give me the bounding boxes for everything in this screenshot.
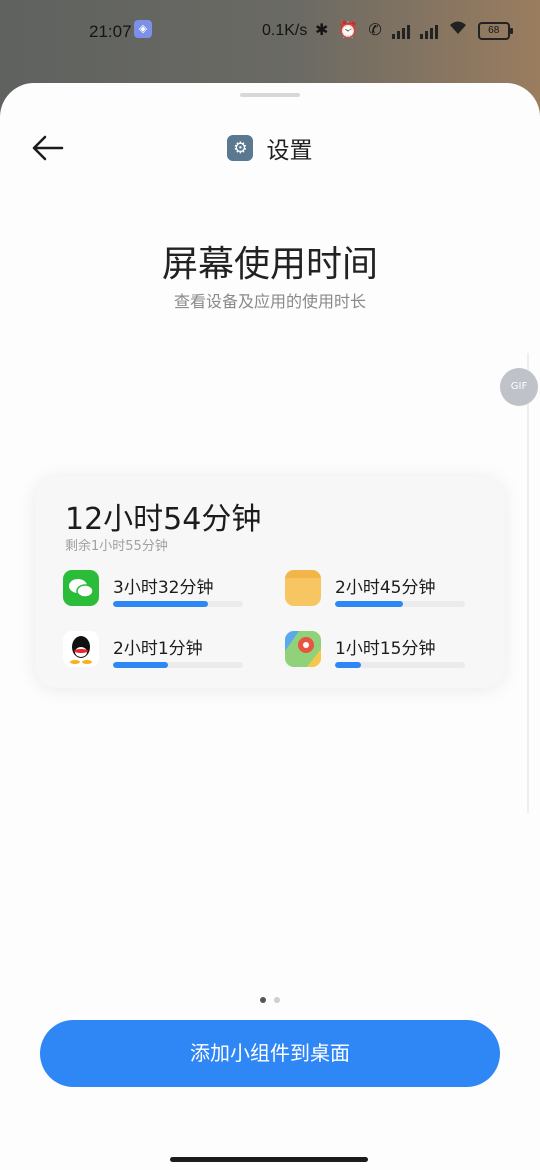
scroll-track bbox=[527, 353, 529, 813]
signal-icon bbox=[419, 23, 438, 39]
feature-subtitle: 查看设备及应用的使用时长 bbox=[173, 292, 366, 311]
feature-title: 屏幕使用时间 bbox=[161, 244, 378, 285]
page-dot[interactable] bbox=[274, 997, 280, 1003]
app-duration: 3小时32分钟 bbox=[113, 578, 214, 598]
signal-icon bbox=[391, 23, 410, 39]
app-notify-icon: ◈ bbox=[134, 20, 152, 38]
add-widget-button[interactable]: 添加小组件到桌面 bbox=[40, 1020, 500, 1087]
bluetooth-icon: ✱ bbox=[315, 22, 329, 39]
sheet-drag-handle[interactable] bbox=[240, 93, 300, 97]
usage-bar bbox=[113, 662, 243, 668]
wechat-icon bbox=[63, 570, 99, 606]
app-usage-item: 3小时32分钟 bbox=[63, 570, 263, 620]
usage-bar bbox=[335, 662, 465, 668]
page-title: 设置 bbox=[266, 138, 313, 164]
usage-bar bbox=[113, 601, 243, 607]
app-usage-item: 2小时45分钟 bbox=[285, 570, 485, 620]
page-indicator bbox=[0, 988, 540, 1007]
network-speed: 0.1K/s bbox=[262, 22, 308, 39]
usage-bar-fill bbox=[113, 662, 168, 668]
status-bar: 21:07 ◈ 0.1K/s ✱ ⏰ ✆ 68 bbox=[0, 0, 540, 62]
usage-bar-fill bbox=[335, 662, 361, 668]
gear-icon: ⚙ bbox=[227, 135, 254, 161]
app-usage-item: 1小时15分钟 bbox=[285, 631, 485, 681]
app-duration: 1小时15分钟 bbox=[335, 639, 436, 659]
home-indicator[interactable] bbox=[170, 1157, 368, 1162]
bottom-sheet: ⚙ 设置 屏幕使用时间 查看设备及应用的使用时长 GIF 12小时54分钟 剩余… bbox=[0, 83, 540, 1170]
total-usage: 12小时54分钟 bbox=[65, 502, 262, 537]
usage-bar-fill bbox=[335, 601, 403, 607]
alarm-icon: ⏰ bbox=[338, 22, 359, 39]
sheet-header: ⚙ 设置 bbox=[0, 131, 540, 165]
gif-badge[interactable]: GIF bbox=[500, 368, 538, 406]
baidu-map-icon bbox=[285, 631, 321, 667]
qq-icon bbox=[63, 631, 99, 667]
notes-icon bbox=[285, 570, 321, 606]
page-dot[interactable] bbox=[260, 997, 266, 1003]
remaining-time: 剩余1小时55分钟 bbox=[65, 539, 168, 554]
app-usage-item: 2小时1分钟 bbox=[63, 631, 263, 681]
call-icon: ✆ bbox=[368, 22, 382, 39]
battery-icon: 68 bbox=[477, 22, 513, 40]
usage-bar-fill bbox=[113, 601, 208, 607]
usage-bar bbox=[335, 601, 465, 607]
status-time: 21:07 bbox=[89, 22, 132, 41]
app-duration: 2小时45分钟 bbox=[335, 578, 436, 598]
wifi-icon bbox=[448, 20, 468, 42]
screen-time-widget-preview[interactable]: 12小时54分钟 剩余1小时55分钟 3小时32分钟 2小时45分钟 2小时1分… bbox=[35, 476, 505, 688]
app-duration: 2小时1分钟 bbox=[113, 639, 203, 659]
